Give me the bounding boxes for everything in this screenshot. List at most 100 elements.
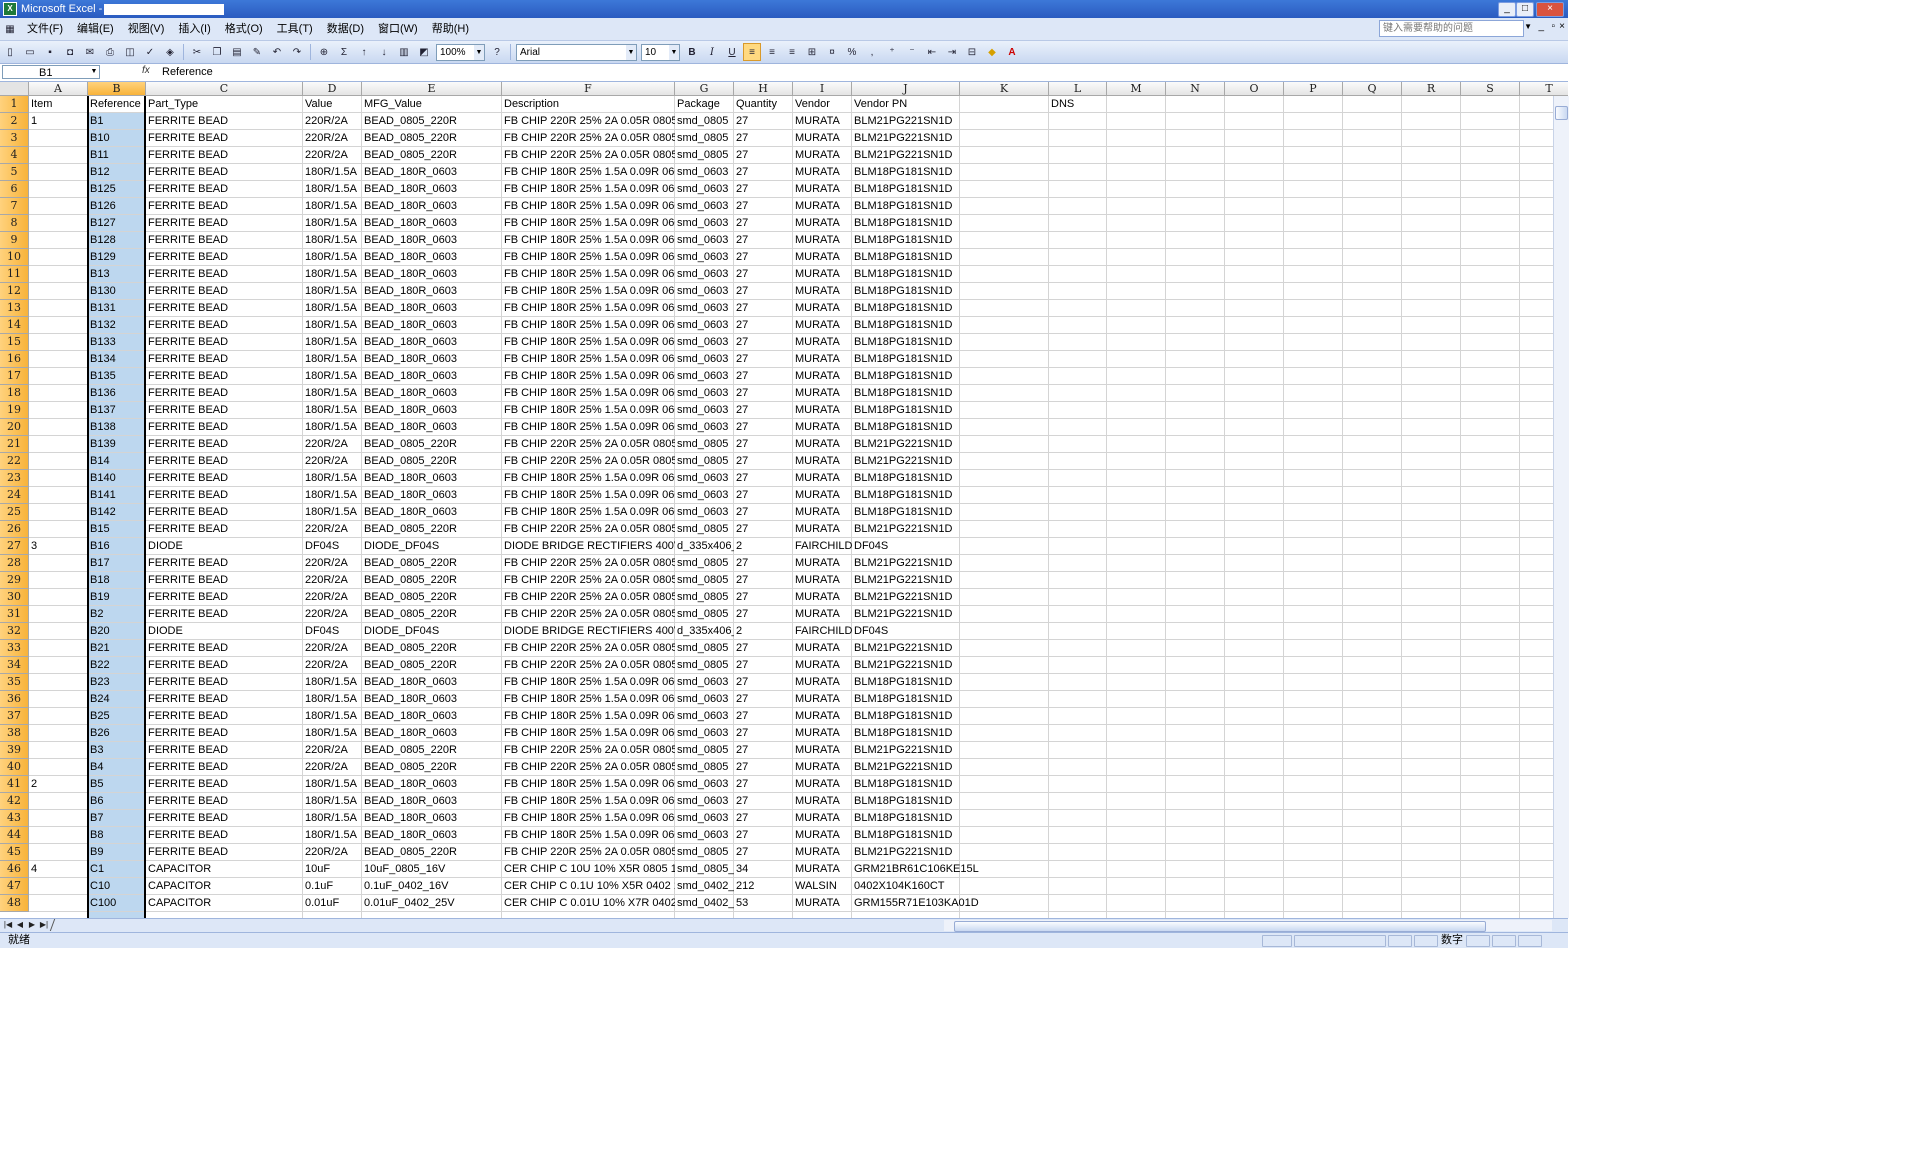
cell-f46[interactable]: CER CHIP C 10U 10% X5R 0805 16V — [502, 861, 675, 878]
cell-g1[interactable]: Package — [675, 96, 734, 113]
cell-f3[interactable]: FB CHIP 220R 25% 2A 0.05R 0805 — [502, 130, 675, 147]
name-box-dropdown-icon[interactable]: ▼ — [89, 66, 99, 78]
cut-icon[interactable]: ✂ — [188, 43, 206, 61]
cell-j12[interactable]: BLM18PG181SN1D — [852, 283, 1020, 300]
row-header-34[interactable]: 34 — [0, 657, 29, 674]
cell-g8[interactable]: smd_0603 — [675, 215, 734, 232]
cell-f1[interactable]: Description — [502, 96, 675, 113]
cell-j38[interactable]: BLM18PG181SN1D — [852, 725, 1020, 742]
cell-g12[interactable]: smd_0603 — [675, 283, 734, 300]
row-header-31[interactable]: 31 — [0, 606, 29, 623]
column-header-q[interactable]: Q — [1343, 82, 1402, 96]
save-icon[interactable]: ▪ — [41, 43, 59, 61]
cell-g6[interactable]: smd_0603 — [675, 181, 734, 198]
cell-f13[interactable]: FB CHIP 180R 25% 1.5A 0.09R 0603 — [502, 300, 675, 317]
row-header-23[interactable]: 23 — [0, 470, 29, 487]
cell-g40[interactable]: smd_0805 — [675, 759, 734, 776]
row-header-3[interactable]: 3 — [0, 130, 29, 147]
cell-j14[interactable]: BLM18PG181SN1D — [852, 317, 1020, 334]
cell-g2[interactable]: smd_0805 — [675, 113, 734, 130]
help-icon[interactable]: ? — [488, 43, 506, 61]
row-header-27[interactable]: 27 — [0, 538, 29, 555]
column-header-p[interactable]: P — [1284, 82, 1343, 96]
doc-restore-icon[interactable]: ▫ — [1551, 21, 1555, 32]
print-preview-icon[interactable]: ◫ — [121, 43, 139, 61]
borders-icon[interactable]: ⊟ — [963, 43, 981, 61]
percent-button[interactable]: % — [843, 43, 861, 61]
cell-g45[interactable]: smd_0805 — [675, 844, 734, 861]
hyperlink-icon[interactable]: ⊕ — [315, 43, 333, 61]
menu-file[interactable]: 文件(F) — [20, 18, 70, 40]
cell-g28[interactable]: smd_0805 — [675, 555, 734, 572]
cell-j17[interactable]: BLM18PG181SN1D — [852, 368, 1020, 385]
cell-g10[interactable]: smd_0603 — [675, 249, 734, 266]
cell-f7[interactable]: FB CHIP 180R 25% 1.5A 0.09R 0603 — [502, 198, 675, 215]
align-right-icon[interactable]: ≡ — [783, 43, 801, 61]
cell-j29[interactable]: BLM21PG221SN1D — [852, 572, 1020, 589]
cell-f24[interactable]: FB CHIP 180R 25% 1.5A 0.09R 0603 — [502, 487, 675, 504]
cell-j1[interactable]: Vendor PN — [852, 96, 1020, 113]
cell-g35[interactable]: smd_0603 — [675, 674, 734, 691]
autosum-button[interactable]: Σ — [335, 43, 353, 61]
cell-j43[interactable]: BLM18PG181SN1D — [852, 810, 1020, 827]
cell-f40[interactable]: FB CHIP 220R 25% 2A 0.05R 0805 — [502, 759, 675, 776]
paste-icon[interactable]: ▤ — [228, 43, 246, 61]
column-header-n[interactable]: N — [1166, 82, 1225, 96]
email-icon[interactable]: ✉ — [81, 43, 99, 61]
row-header-46[interactable]: 46 — [0, 861, 29, 878]
cell-g43[interactable]: smd_0603 — [675, 810, 734, 827]
cell-g5[interactable]: smd_0603 — [675, 164, 734, 181]
cell-g17[interactable]: smd_0603 — [675, 368, 734, 385]
cell-f6[interactable]: FB CHIP 180R 25% 1.5A 0.09R 0603 — [502, 181, 675, 198]
doc-minimize-icon[interactable]: _ — [1538, 21, 1544, 32]
cell-j35[interactable]: BLM18PG181SN1D — [852, 674, 1020, 691]
help-search-input[interactable]: 键入需要帮助的问题 — [1379, 20, 1524, 37]
row-header-47[interactable]: 47 — [0, 878, 29, 895]
cell-g3[interactable]: smd_0805 — [675, 130, 734, 147]
row-header-8[interactable]: 8 — [0, 215, 29, 232]
cell-g33[interactable]: smd_0805 — [675, 640, 734, 657]
cell-j28[interactable]: BLM21PG221SN1D — [852, 555, 1020, 572]
cell-g44[interactable]: smd_0603 — [675, 827, 734, 844]
row-header-18[interactable]: 18 — [0, 385, 29, 402]
cell-j18[interactable]: BLM18PG181SN1D — [852, 385, 1020, 402]
research-icon[interactable]: ◈ — [161, 43, 179, 61]
cell-j13[interactable]: BLM18PG181SN1D — [852, 300, 1020, 317]
cell-j8[interactable]: BLM18PG181SN1D — [852, 215, 1020, 232]
row-header-28[interactable]: 28 — [0, 555, 29, 572]
cell-g11[interactable]: smd_0603 — [675, 266, 734, 283]
cell-g34[interactable]: smd_0805 — [675, 657, 734, 674]
cell-f17[interactable]: FB CHIP 180R 25% 1.5A 0.09R 0603 — [502, 368, 675, 385]
cell-j45[interactable]: BLM21PG221SN1D — [852, 844, 1020, 861]
cell-f42[interactable]: FB CHIP 180R 25% 1.5A 0.09R 0603 — [502, 793, 675, 810]
row-header-10[interactable]: 10 — [0, 249, 29, 266]
row-header-36[interactable]: 36 — [0, 691, 29, 708]
cell-f4[interactable]: FB CHIP 220R 25% 2A 0.05R 0805 — [502, 147, 675, 164]
cell-l1[interactable]: DNS — [1049, 96, 1167, 113]
redo-icon[interactable]: ↷ — [288, 43, 306, 61]
row-header-11[interactable]: 11 — [0, 266, 29, 283]
menu-edit[interactable]: 编辑(E) — [70, 18, 121, 40]
vertical-scroll-thumb[interactable] — [1555, 106, 1568, 120]
cell-g47[interactable]: smd_0402_c — [675, 878, 734, 895]
cell-g14[interactable]: smd_0603 — [675, 317, 734, 334]
cell-j34[interactable]: BLM21PG221SN1D — [852, 657, 1020, 674]
zoom-dropdown-icon[interactable]: ▼ — [474, 44, 484, 60]
cell-f37[interactable]: FB CHIP 180R 25% 1.5A 0.09R 0603 — [502, 708, 675, 725]
fill-color-icon[interactable]: ◆ — [983, 43, 1001, 61]
row-header-5[interactable]: 5 — [0, 164, 29, 181]
cell-j11[interactable]: BLM18PG181SN1D — [852, 266, 1020, 283]
cell-f5[interactable]: FB CHIP 180R 25% 1.5A 0.09R 0603 — [502, 164, 675, 181]
column-header-m[interactable]: M — [1107, 82, 1166, 96]
comma-button[interactable]: , — [863, 43, 881, 61]
cell-f29[interactable]: FB CHIP 220R 25% 2A 0.05R 0805 — [502, 572, 675, 589]
spelling-icon[interactable]: ✓ — [141, 43, 159, 61]
cell-j41[interactable]: BLM18PG181SN1D — [852, 776, 1020, 793]
cell-f20[interactable]: FB CHIP 180R 25% 1.5A 0.09R 0603 — [502, 419, 675, 436]
cell-j33[interactable]: BLM21PG221SN1D — [852, 640, 1020, 657]
cell-j48[interactable]: GRM155R71E103KA01D — [852, 895, 1020, 912]
workbook-icon[interactable]: ▦ — [1, 20, 19, 38]
prev-sheet-button[interactable]: ◀ — [15, 920, 25, 930]
row-header-38[interactable]: 38 — [0, 725, 29, 742]
cell-g36[interactable]: smd_0603 — [675, 691, 734, 708]
